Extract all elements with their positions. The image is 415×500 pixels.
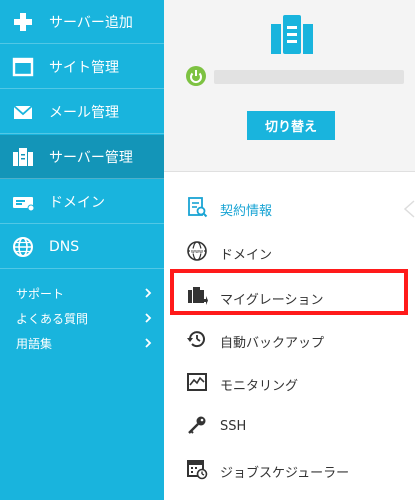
menu-item-label: ドメイン (220, 248, 273, 263)
sidebar-link-label: 用語集 (16, 336, 53, 351)
menu-item-job-scheduler[interactable]: ジョブスケジューラー (164, 448, 415, 492)
divider (164, 171, 415, 172)
svg-text:www: www (191, 249, 203, 255)
server-icon (271, 15, 313, 54)
server-manage-icon (13, 148, 33, 166)
menu-item-contract-info[interactable]: 契約情報 (164, 186, 415, 230)
menu-item-label: モニタリング (220, 379, 299, 394)
www-globe-icon: www (187, 241, 207, 261)
sidebar-item-label: サーバー追加 (49, 14, 133, 31)
backup-clock-icon (187, 331, 205, 348)
sidebar-link-support[interactable]: サポート (0, 282, 164, 304)
sidebar-item-label: メール管理 (49, 104, 119, 121)
sidebar-item-label: ドメイン (49, 194, 105, 211)
menu-item-monitoring[interactable]: モニタリング (164, 361, 415, 405)
server-name-redacted (214, 70, 404, 84)
chevron-right-icon (145, 313, 152, 323)
migration-highlight-box (170, 269, 408, 315)
sidebar-item-mail-management[interactable]: メール管理 (0, 90, 164, 134)
sidebar-link-faq[interactable]: よくある質問 (0, 307, 164, 329)
monitoring-icon (187, 373, 207, 391)
menu-item-ssh[interactable]: SSH (164, 405, 415, 449)
sidebar-link-label: サポート (16, 286, 65, 301)
menu-item-auto-backup[interactable]: 自動バックアップ (164, 318, 415, 362)
sidebar-link-label: よくある質問 (16, 311, 89, 326)
key-icon (188, 416, 206, 434)
menu-item-label: ジョブスケジューラー (220, 466, 350, 481)
domain-card-icon (13, 197, 34, 212)
sidebar-item-server-management[interactable]: サーバー管理 (0, 135, 164, 179)
sidebar-item-site-management[interactable]: サイト管理 (0, 45, 164, 89)
sidebar-item-domain[interactable]: ドメイン (0, 180, 164, 224)
chevron-right-icon (145, 338, 152, 348)
globe-icon (13, 237, 33, 257)
sidebar-item-label: DNS (49, 238, 80, 255)
menu-item-label: 契約情報 (220, 204, 273, 219)
sidebar: サーバー追加 サイト管理 メール管理 サーバー管理 ドメイン DNS サポート … (0, 0, 164, 500)
chevron-right-icon (145, 288, 152, 298)
menu-item-label: SSH (220, 419, 247, 434)
power-status-icon (186, 66, 206, 86)
sidebar-link-glossary[interactable]: 用語集 (0, 332, 164, 354)
menu-item-label: 自動バックアップ (220, 336, 325, 351)
sidebar-item-add-server[interactable]: サーバー追加 (0, 0, 164, 44)
sidebar-item-dns[interactable]: DNS (0, 225, 164, 269)
contract-info-icon (188, 197, 208, 218)
switch-server-button[interactable]: 切り替え (247, 111, 335, 140)
sidebar-item-label: サーバー管理 (49, 149, 133, 166)
plus-icon (14, 13, 32, 31)
mail-icon (13, 105, 33, 119)
window-icon (12, 57, 34, 77)
server-detail-panel: 切り替え 契約情報 www ドメイン マイグレーション 自動バックアップ モニタ… (164, 0, 415, 500)
server-summary: 切り替え (164, 0, 415, 171)
sidebar-item-label: サイト管理 (49, 59, 119, 76)
chevron-left-icon (403, 200, 415, 218)
menu-item-domain[interactable]: www ドメイン (164, 230, 415, 274)
scheduler-icon (187, 460, 208, 480)
